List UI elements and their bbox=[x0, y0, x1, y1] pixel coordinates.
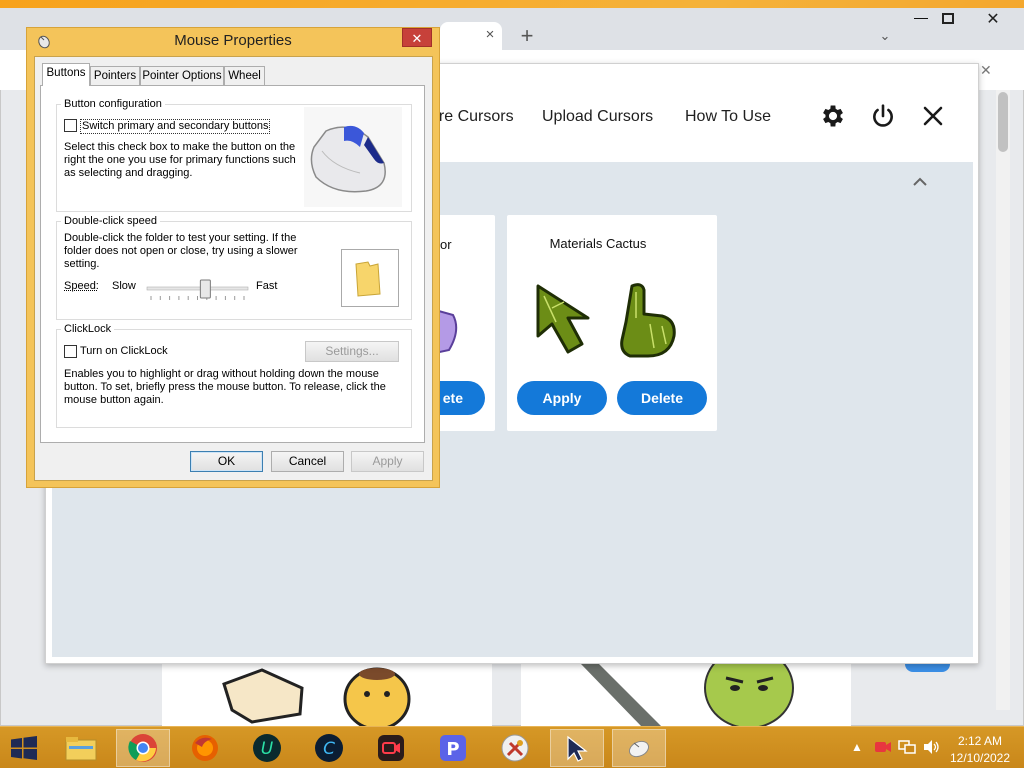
power-icon[interactable] bbox=[870, 103, 896, 129]
delete-button[interactable]: Delete bbox=[617, 381, 707, 415]
cursor-preview-image bbox=[222, 667, 411, 731]
switch-buttons-checkbox[interactable] bbox=[64, 119, 77, 132]
ok-button[interactable]: OK bbox=[190, 451, 263, 472]
page-scroll-thumb[interactable] bbox=[998, 92, 1008, 152]
tab-close-icon[interactable]: × bbox=[482, 27, 498, 43]
new-tab-icon[interactable]: + bbox=[516, 25, 538, 47]
group-title: Double-click speed bbox=[61, 215, 160, 227]
close-icon[interactable] bbox=[921, 104, 945, 128]
chevron-up-icon[interactable] bbox=[910, 175, 930, 195]
double-click-description: Double-click the folder to test your set… bbox=[64, 232, 298, 270]
window-close-button[interactable]: ✕ bbox=[980, 10, 1006, 30]
dialog-close-button[interactable]: ✕ bbox=[402, 28, 432, 47]
mouse-properties-icon[interactable] bbox=[612, 729, 666, 767]
apply-button[interactable]: Apply bbox=[517, 381, 607, 415]
cursor-preview-image bbox=[581, 647, 794, 729]
tab-wheel[interactable]: Wheel bbox=[224, 66, 265, 85]
clock-time[interactable]: 2:12 AM bbox=[948, 734, 1012, 748]
cursor-app-icon[interactable] bbox=[550, 729, 604, 767]
p-app-icon[interactable]: P bbox=[426, 729, 480, 767]
cancel-button[interactable]: Cancel bbox=[271, 451, 344, 472]
tab-pointers[interactable]: Pointers bbox=[90, 66, 140, 85]
card-title: Materials Cactus bbox=[549, 236, 647, 251]
mouse-illustration bbox=[304, 107, 402, 207]
double-click-speed-slider[interactable] bbox=[146, 278, 249, 302]
start-icon[interactable] bbox=[0, 729, 48, 767]
cursor-preview-image bbox=[530, 278, 690, 360]
chrome-icon[interactable] bbox=[116, 729, 170, 767]
slider-thumb[interactable] bbox=[199, 279, 211, 299]
svg-text:U: U bbox=[261, 739, 274, 759]
cursor-card-bottom-right bbox=[521, 647, 851, 729]
svg-text:C: C bbox=[323, 739, 335, 759]
page-scrollbar[interactable] bbox=[996, 90, 1010, 710]
apply-button[interactable]: Apply bbox=[351, 451, 424, 472]
test-folder-icon[interactable] bbox=[341, 249, 399, 307]
clicklock-checkbox[interactable] bbox=[64, 345, 77, 358]
button-config-description: Select this check box to make the button… bbox=[64, 141, 296, 179]
network-icon[interactable] bbox=[898, 739, 916, 755]
clicklock-description: Enables you to highlight or drag without… bbox=[64, 368, 386, 406]
u-app-icon[interactable]: U bbox=[240, 729, 294, 767]
clicklock-label[interactable]: Turn on ClickLock bbox=[80, 345, 168, 358]
maximize-button[interactable] bbox=[942, 13, 954, 24]
cursor-card-bottom-left bbox=[162, 664, 492, 731]
svg-text:P: P bbox=[446, 739, 459, 760]
tools-app-icon[interactable] bbox=[488, 729, 542, 767]
nav-how-to-use[interactable]: How To Use bbox=[685, 108, 771, 126]
firefox-icon[interactable] bbox=[178, 729, 232, 767]
clicklock-settings-button[interactable]: Settings... bbox=[305, 341, 399, 362]
mouse-app-icon bbox=[35, 32, 53, 50]
floating-action-button[interactable] bbox=[905, 664, 950, 672]
popup-close-icon[interactable]: ✕ bbox=[980, 63, 994, 77]
dialog-title: Mouse Properties bbox=[174, 32, 292, 49]
group-title: Button configuration bbox=[61, 98, 165, 110]
show-hidden-icons-chevron-up-icon[interactable]: ▲ bbox=[851, 740, 863, 754]
nav-more-cursors[interactable]: ore Cursors bbox=[430, 108, 514, 126]
gear-icon[interactable] bbox=[819, 102, 847, 130]
card-title: or bbox=[440, 237, 452, 252]
switch-buttons-label[interactable]: Switch primary and secondary buttons bbox=[80, 119, 271, 134]
screen-recorder-icon[interactable] bbox=[364, 729, 418, 767]
tab-search-icon[interactable]: ⌄ bbox=[876, 27, 894, 45]
speed-label: Speed: bbox=[64, 280, 99, 292]
recorder-tray-icon[interactable] bbox=[874, 740, 892, 754]
nav-upload-cursors[interactable]: Upload Cursors bbox=[542, 108, 653, 126]
minimize-button[interactable]: — bbox=[912, 10, 930, 28]
file-explorer-icon[interactable] bbox=[54, 729, 108, 767]
tab-pointer-options[interactable]: Pointer Options bbox=[140, 66, 224, 85]
c-app-icon[interactable]: C bbox=[302, 729, 356, 767]
volume-icon[interactable] bbox=[922, 739, 940, 755]
slow-label: Slow bbox=[112, 280, 136, 292]
clock-date[interactable]: 12/10/2022 bbox=[948, 751, 1012, 765]
group-title: ClickLock bbox=[61, 323, 115, 335]
tab-buttons[interactable]: Buttons bbox=[42, 63, 90, 86]
fast-label: Fast bbox=[256, 280, 278, 292]
